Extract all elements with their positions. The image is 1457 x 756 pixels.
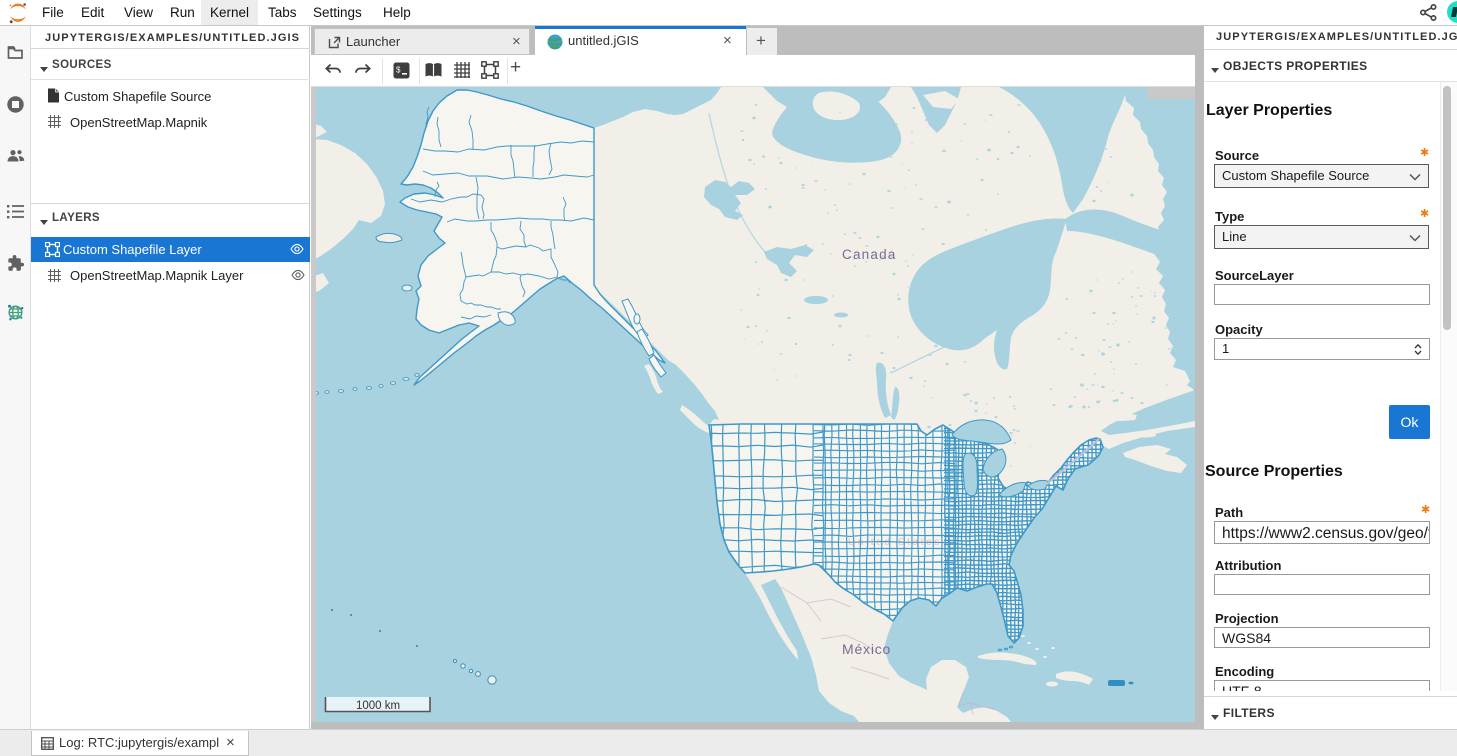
svg-text:$: $ (396, 66, 401, 75)
svg-text:Canada: Canada (842, 247, 897, 262)
svg-text:United States: United States (848, 537, 942, 548)
svg-text:1000 km: 1000 km (356, 700, 400, 712)
svg-text:México: México (842, 641, 891, 657)
